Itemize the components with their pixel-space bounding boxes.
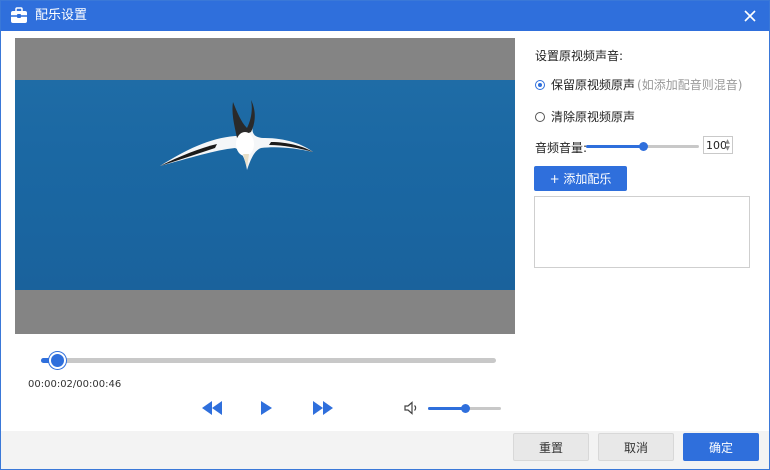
audio-volume-fill	[586, 145, 643, 148]
progress-slider[interactable]	[41, 352, 496, 369]
app-toolbox-icon	[11, 7, 27, 23]
section-title: 设置原视频声音:	[535, 49, 624, 63]
increment-icon[interactable]: ▲	[724, 138, 731, 145]
clear-original-option[interactable]: 清除原视频原声	[535, 108, 635, 125]
mute-toggle[interactable]	[404, 401, 420, 415]
keep-original-hint: (如添加配音则混音)	[637, 78, 743, 92]
rewind-icon	[202, 401, 222, 415]
video-frame-image	[15, 80, 515, 290]
keep-original-radio[interactable]	[535, 79, 545, 90]
audio-volume-slider[interactable]	[586, 142, 699, 151]
keep-original-option[interactable]: 保留原视频原声 (如添加配音则混音)	[535, 76, 742, 93]
volume-icon	[404, 401, 417, 415]
play-icon	[261, 401, 272, 415]
close-icon	[744, 10, 756, 22]
close-button[interactable]	[739, 5, 761, 27]
player-volume-fill	[428, 407, 465, 410]
cancel-button[interactable]: 取消	[598, 433, 674, 461]
preview-pane: 00:00:02/00:00:46	[1, 31, 523, 431]
settings-pane: 设置原视频声音: 保留原视频原声 (如添加配音则混音) 清除原视频原声 音频音量…	[523, 31, 769, 431]
video-preview	[15, 38, 515, 334]
clear-original-label: 清除原视频原声	[551, 110, 636, 124]
audio-volume-label: 音频音量:	[535, 141, 588, 155]
time-readout: 00:00:02/00:00:46	[28, 379, 122, 390]
dialog-footer: 重置 取消 确定	[1, 431, 769, 469]
ok-button[interactable]: 确定	[683, 433, 759, 461]
stepper-arrows: ▲ ▼	[724, 138, 731, 152]
title-bar: 配乐设置	[1, 1, 769, 31]
play-button[interactable]	[259, 400, 273, 416]
player-volume-handle[interactable]	[460, 404, 470, 413]
rewind-button[interactable]	[201, 400, 223, 416]
music-list[interactable]	[534, 196, 750, 268]
player-volume-slider[interactable]	[428, 404, 501, 413]
reset-button[interactable]: 重置	[513, 433, 589, 461]
fast-forward-icon	[313, 401, 333, 415]
audio-volume-input[interactable]	[704, 137, 726, 153]
progress-handle[interactable]	[48, 352, 66, 369]
audio-volume-stepper: ▲ ▼	[703, 136, 733, 154]
keep-original-label: 保留原视频原声	[551, 78, 636, 92]
music-settings-dialog: 配乐设置 00:00:02/00:00:46 设置原视频声音: 保留原视频原声 …	[0, 0, 770, 470]
add-music-button[interactable]: + 添加配乐	[534, 166, 627, 191]
dialog-title: 配乐设置	[35, 8, 88, 23]
clear-original-radio[interactable]	[535, 111, 545, 122]
fast-forward-button[interactable]	[312, 400, 334, 416]
audio-volume-handle[interactable]	[638, 142, 648, 151]
bird-image	[160, 100, 313, 170]
decrement-icon[interactable]: ▼	[724, 145, 731, 152]
